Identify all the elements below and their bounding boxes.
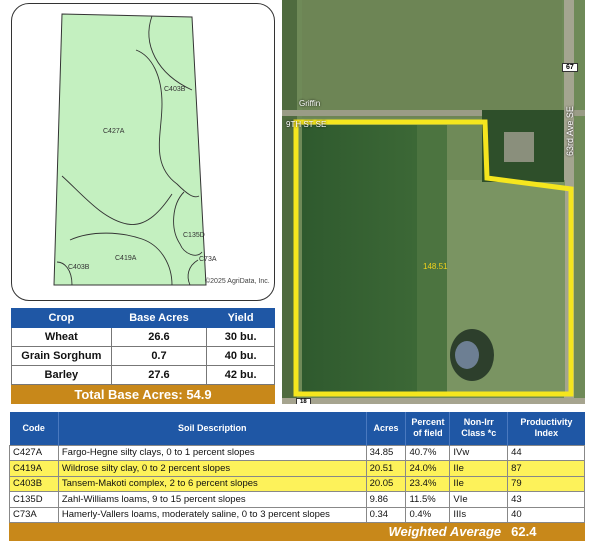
weighted-average-label: Weighted Average <box>8 522 509 541</box>
soil-table-header: Code Soil Description Acres Percent of fi… <box>9 412 585 445</box>
soil-acres: 9.86 <box>365 491 407 508</box>
soil-acres: 20.51 <box>365 460 407 477</box>
base-acres: 0.7 <box>110 346 208 366</box>
soil-map: C403B C427A C135D C419A C403B C73A ©2025… <box>11 3 275 301</box>
code-column-header: Code <box>9 412 59 445</box>
base-acres: 26.6 <box>110 327 208 347</box>
description-column-header: Soil Description <box>58 412 367 445</box>
soil-map-drawing <box>53 13 207 286</box>
bottom-badge: 18 <box>296 398 311 404</box>
yield: 42 bu. <box>206 365 275 385</box>
soil-percent: 24.0% <box>405 460 451 477</box>
percent-column-header: Percent of field <box>405 412 451 445</box>
base-acres-column-header: Base Acres <box>110 308 208 328</box>
weighted-average-row: Weighted Average 62.4 <box>8 522 585 541</box>
soil-acres: 20.05 <box>365 475 407 492</box>
soil-description: Tansem-Makoti complex, 2 to 6 percent sl… <box>57 475 367 492</box>
table-row: Barley 27.6 42 bu. <box>11 365 275 385</box>
soil-code: C427A <box>9 444 59 461</box>
soil-code: C135D <box>9 491 59 508</box>
aerial-map: Griffin 9TH ST SE 67 63rd Ave SE 18 148.… <box>282 0 585 404</box>
soil-class: IIIs <box>449 506 509 523</box>
soil-index: 40 <box>507 506 585 523</box>
soil-description: Hamerly-Vallers loams, moderately saline… <box>57 506 367 523</box>
soil-index: 44 <box>507 444 585 461</box>
weighted-average-value: 62.4 <box>507 522 585 541</box>
yield-column-header: Yield <box>206 308 275 328</box>
soil-class: VIe <box>449 491 509 508</box>
soil-index: 43 <box>507 491 585 508</box>
crop-name: Grain Sorghum <box>11 346 112 366</box>
soil-description: Wildrose silty clay, 0 to 2 percent slop… <box>57 460 367 477</box>
yield: 40 bu. <box>206 346 275 366</box>
soil-index: 87 <box>507 460 585 477</box>
soil-code: C403B <box>9 475 59 492</box>
soil-index: 79 <box>507 475 585 492</box>
soil-table: Code Soil Description Acres Percent of fi… <box>8 412 585 541</box>
soil-unit-label: C403B <box>68 264 90 271</box>
crop-table: Crop Base Acres Yield Wheat 26.6 30 bu. … <box>11 308 275 404</box>
soil-description: Zahl-Williams loams, 9 to 15 percent slo… <box>57 491 367 508</box>
acres-column-header: Acres <box>366 412 407 445</box>
soil-class: IIe <box>449 475 509 492</box>
field-acres-label: 148.51 <box>423 262 448 271</box>
soil-code: C419A <box>9 460 59 477</box>
yield: 30 bu. <box>206 327 275 347</box>
total-base-acres: Total Base Acres: 54.9 <box>11 384 275 404</box>
soil-percent: 23.4% <box>405 475 451 492</box>
index-column-header: Productivity Index <box>507 412 585 445</box>
soil-percent: 40.7% <box>405 444 451 461</box>
place-label: Griffin <box>299 99 321 108</box>
soil-class: IVw <box>449 444 509 461</box>
aerial-photo <box>282 0 585 404</box>
crop-table-header: Crop Base Acres Yield <box>11 308 275 328</box>
table-row: C427A Fargo-Hegne silty clays, 0 to 1 pe… <box>9 444 585 461</box>
crop-name: Barley <box>11 365 112 385</box>
crop-name: Wheat <box>11 327 112 347</box>
soil-acres: 34.85 <box>365 444 407 461</box>
soil-unit-label: C419A <box>115 255 137 262</box>
soil-description: Fargo-Hegne silty clays, 0 to 1 percent … <box>57 444 367 461</box>
soil-acres: 0.34 <box>365 506 407 523</box>
table-row: C135D Zahl-Williams loams, 9 to 15 perce… <box>9 491 585 508</box>
highway-badge: 67 <box>562 63 578 72</box>
class-column-header: Non-Irr Class *c <box>449 412 509 445</box>
soil-unit-label: C135D <box>183 232 205 239</box>
total-row: Total Base Acres: 54.9 <box>11 384 275 404</box>
table-row: C73A Hamerly-Vallers loams, moderately s… <box>9 506 585 523</box>
road-name: 63rd Ave SE <box>565 106 575 156</box>
soil-percent: 11.5% <box>405 491 451 508</box>
map-credit: ©2025 AgriData, Inc. <box>205 278 270 285</box>
soil-unit-label: C403B <box>164 86 186 93</box>
soil-unit-label: C427A <box>103 128 125 135</box>
table-row: C419A Wildrose silty clay, 0 to 2 percen… <box>9 460 585 477</box>
base-acres: 27.6 <box>110 365 208 385</box>
table-row: Grain Sorghum 0.7 40 bu. <box>11 346 275 366</box>
table-row: Wheat 26.6 30 bu. <box>11 327 275 347</box>
road-label: 9TH ST SE <box>286 120 327 129</box>
table-row: C403B Tansem-Makoti complex, 2 to 6 perc… <box>9 475 585 492</box>
soil-code: C73A <box>9 506 59 523</box>
crop-column-header: Crop <box>11 308 112 328</box>
soil-unit-label: C73A <box>199 256 217 263</box>
soil-percent: 0.4% <box>405 506 451 523</box>
soil-class: IIe <box>449 460 509 477</box>
